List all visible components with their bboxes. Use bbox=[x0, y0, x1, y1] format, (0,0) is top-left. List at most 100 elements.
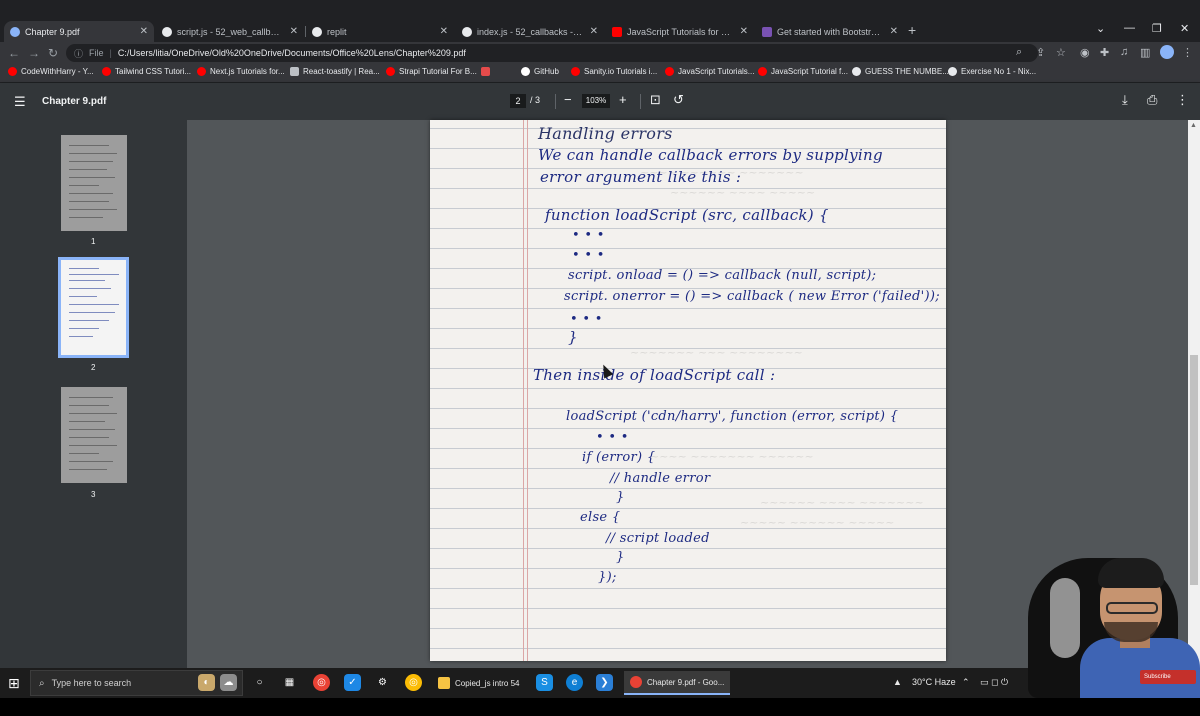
skype-icon[interactable]: S bbox=[536, 674, 553, 691]
thumbnail-label: 3 bbox=[91, 490, 96, 499]
tab-index-js[interactable]: index.js - 52_callbacks - Replit ✕ bbox=[456, 21, 604, 42]
globe-icon bbox=[162, 26, 172, 37]
print-icon[interactable]: ⎙ bbox=[1147, 92, 1157, 108]
reload-icon[interactable]: ↻ bbox=[48, 46, 58, 60]
search-icon: ⌕ bbox=[39, 677, 45, 689]
close-icon[interactable]: ✕ bbox=[590, 26, 598, 37]
url-scheme: File bbox=[89, 48, 104, 58]
fit-page-icon[interactable]: ⊡ bbox=[650, 92, 661, 108]
page-thumbnail-3[interactable] bbox=[61, 387, 127, 483]
share-icon[interactable]: ⇪ bbox=[1036, 46, 1045, 59]
bookmark-item[interactable]: Sanity.io Tutorials i... bbox=[571, 67, 657, 76]
todo-icon[interactable]: ✓ bbox=[344, 674, 361, 691]
youtube-icon bbox=[571, 67, 580, 76]
menu-icon[interactable]: ☰ bbox=[14, 94, 26, 110]
forward-icon[interactable]: → bbox=[28, 46, 40, 60]
bookmark-label: Tailwind CSS Tutori... bbox=[115, 67, 192, 76]
tab-chapter-9-pdf[interactable]: Chapter 9.pdf ✕ bbox=[4, 21, 154, 42]
profile-avatar[interactable] bbox=[1160, 45, 1174, 59]
bookmark-item[interactable]: Strapi Tutorial For B... bbox=[386, 67, 477, 76]
address-bar[interactable]: ⓘ File | C:/Users/litia/OneDrive/Old%20O… bbox=[66, 44, 1038, 62]
tab-javascript-tutorials[interactable]: JavaScript Tutorials for Beginner ✕ bbox=[606, 21, 754, 42]
close-icon[interactable]: ✕ bbox=[140, 26, 148, 37]
github-icon bbox=[521, 67, 530, 76]
bookmark-item[interactable]: Next.js Tutorials for... bbox=[197, 67, 285, 76]
bookmark-item[interactable] bbox=[481, 67, 494, 76]
edge-icon[interactable]: e bbox=[566, 674, 583, 691]
close-icon[interactable]: ✕ bbox=[890, 26, 898, 37]
taskbar-app-chrome-pdf[interactable]: Chapter 9.pdf - Goo... bbox=[624, 671, 731, 695]
info-icon[interactable]: ⓘ bbox=[74, 47, 83, 60]
bookmark-item[interactable]: GUESS THE NUMBE... bbox=[852, 67, 949, 76]
settings-gear-icon[interactable]: ⚙ bbox=[374, 674, 391, 691]
more-options-icon[interactable]: ⋮ bbox=[1176, 92, 1189, 108]
tab-title: replit bbox=[327, 26, 347, 37]
notes-line: We can handle callback errors by supplyi… bbox=[538, 146, 883, 164]
subscribe-badge[interactable]: Subscribe bbox=[1140, 670, 1196, 684]
rotate-icon[interactable]: ↺ bbox=[673, 92, 684, 108]
task-view-icon[interactable]: ○ bbox=[251, 674, 268, 691]
close-icon[interactable]: ✕ bbox=[440, 26, 448, 37]
weather-text[interactable]: 30°C Haze bbox=[912, 677, 956, 687]
tray-chevron-icon[interactable]: ⌃ bbox=[962, 677, 970, 688]
bookmark-item[interactable]: Exercise No 1 - Nix... bbox=[948, 67, 1036, 76]
chrome-icon bbox=[630, 676, 642, 688]
page-thumbnail-2[interactable] bbox=[58, 257, 129, 358]
notes-ellipsis: • • • bbox=[572, 248, 605, 263]
thumbnail-label: 2 bbox=[91, 363, 96, 372]
tab-title: Chapter 9.pdf bbox=[25, 26, 80, 37]
windows-start-icon[interactable]: ⊞ bbox=[8, 675, 20, 692]
page-thumbnail-1[interactable] bbox=[61, 135, 127, 231]
bookmark-item[interactable]: CodeWithHarry - Y... bbox=[8, 67, 94, 76]
weather-icon[interactable]: ▲ bbox=[893, 677, 902, 687]
bootstrap-icon bbox=[762, 26, 772, 37]
close-icon[interactable]: ✕ bbox=[740, 26, 748, 37]
taskbar-app-explorer[interactable]: Copied_js intro 54 bbox=[432, 671, 525, 695]
chrome-icon[interactable]: ◎ bbox=[405, 674, 422, 691]
tray-icons[interactable]: ▭ ◻ ⏻ bbox=[980, 677, 1008, 688]
chrome-icon[interactable]: ◎ bbox=[313, 674, 330, 691]
bookmark-star-icon[interactable]: ☆ bbox=[1056, 46, 1066, 59]
kebab-menu-icon[interactable]: ⋮ bbox=[1182, 46, 1193, 59]
extension-icon[interactable]: ◉ bbox=[1080, 46, 1090, 59]
close-window-button[interactable]: ✕ bbox=[1180, 22, 1189, 35]
bookmark-item[interactable]: React-toastify | Rea... bbox=[290, 67, 380, 76]
search-placeholder: Type here to search bbox=[51, 678, 132, 688]
scroll-up-icon[interactable]: ▲ bbox=[1190, 122, 1197, 129]
puzzle-icon[interactable]: ✚ bbox=[1100, 46, 1109, 59]
bookmark-item[interactable]: GitHub bbox=[521, 67, 559, 76]
weather-widget-icon[interactable]: ☁ bbox=[220, 674, 237, 691]
bookmark-item[interactable]: Tailwind CSS Tutori... bbox=[102, 67, 191, 76]
close-icon[interactable]: ✕ bbox=[290, 26, 298, 37]
notes-title: Handling errors bbox=[538, 124, 673, 143]
sidepanel-icon[interactable]: ▥ bbox=[1140, 46, 1150, 59]
bookmark-label: Strapi Tutorial For B... bbox=[399, 67, 477, 76]
bookmark-label: Next.js Tutorials for... bbox=[210, 67, 285, 76]
minimize-button[interactable]: — bbox=[1124, 22, 1135, 34]
restore-button[interactable]: ❐ bbox=[1152, 22, 1162, 35]
media-icon[interactable]: ♫ bbox=[1120, 46, 1128, 58]
zoom-out-button[interactable]: − bbox=[564, 92, 572, 107]
back-icon[interactable]: ← bbox=[8, 46, 20, 60]
tab-bootstrap[interactable]: Get started with Bootstrap · Boot ✕ bbox=[756, 21, 904, 42]
download-icon[interactable]: ⤓ bbox=[1122, 92, 1128, 108]
url-text[interactable]: C:/Users/litia/OneDrive/Old%20OneDrive/D… bbox=[118, 48, 466, 58]
page-number-input[interactable]: 2 bbox=[510, 94, 526, 108]
tab-replit[interactable]: replit ✕ bbox=[306, 21, 454, 42]
notes-line: error argument like this : bbox=[540, 168, 742, 186]
tab-script-js[interactable]: script.js - 52_web_callbacks - Re ✕ bbox=[156, 21, 304, 42]
bookmark-item[interactable]: JavaScript Tutorials... bbox=[665, 67, 754, 76]
youtube-icon bbox=[102, 67, 111, 76]
thumbnail-sidebar: 1 2 3 bbox=[0, 120, 187, 668]
zoom-icon[interactable]: ⌕ bbox=[1016, 46, 1022, 59]
bookmark-item[interactable]: JavaScript Tutorial f... bbox=[758, 67, 848, 76]
widgets-icon[interactable]: ▦ bbox=[281, 674, 298, 691]
tab-search-icon[interactable]: ⌄ bbox=[1096, 22, 1105, 35]
bleed-through-text: ~~~~~~ ~~~~ ~~~~~~~ bbox=[760, 496, 924, 509]
new-tab-button[interactable]: + bbox=[908, 22, 916, 38]
cortana-icon[interactable]: ◐ bbox=[198, 674, 215, 691]
zoom-input[interactable]: 103% bbox=[582, 94, 610, 108]
zoom-in-button[interactable]: + bbox=[619, 92, 627, 107]
vscode-icon[interactable]: ❯ bbox=[596, 674, 613, 691]
taskbar-app-label: Chapter 9.pdf - Goo... bbox=[647, 677, 725, 687]
